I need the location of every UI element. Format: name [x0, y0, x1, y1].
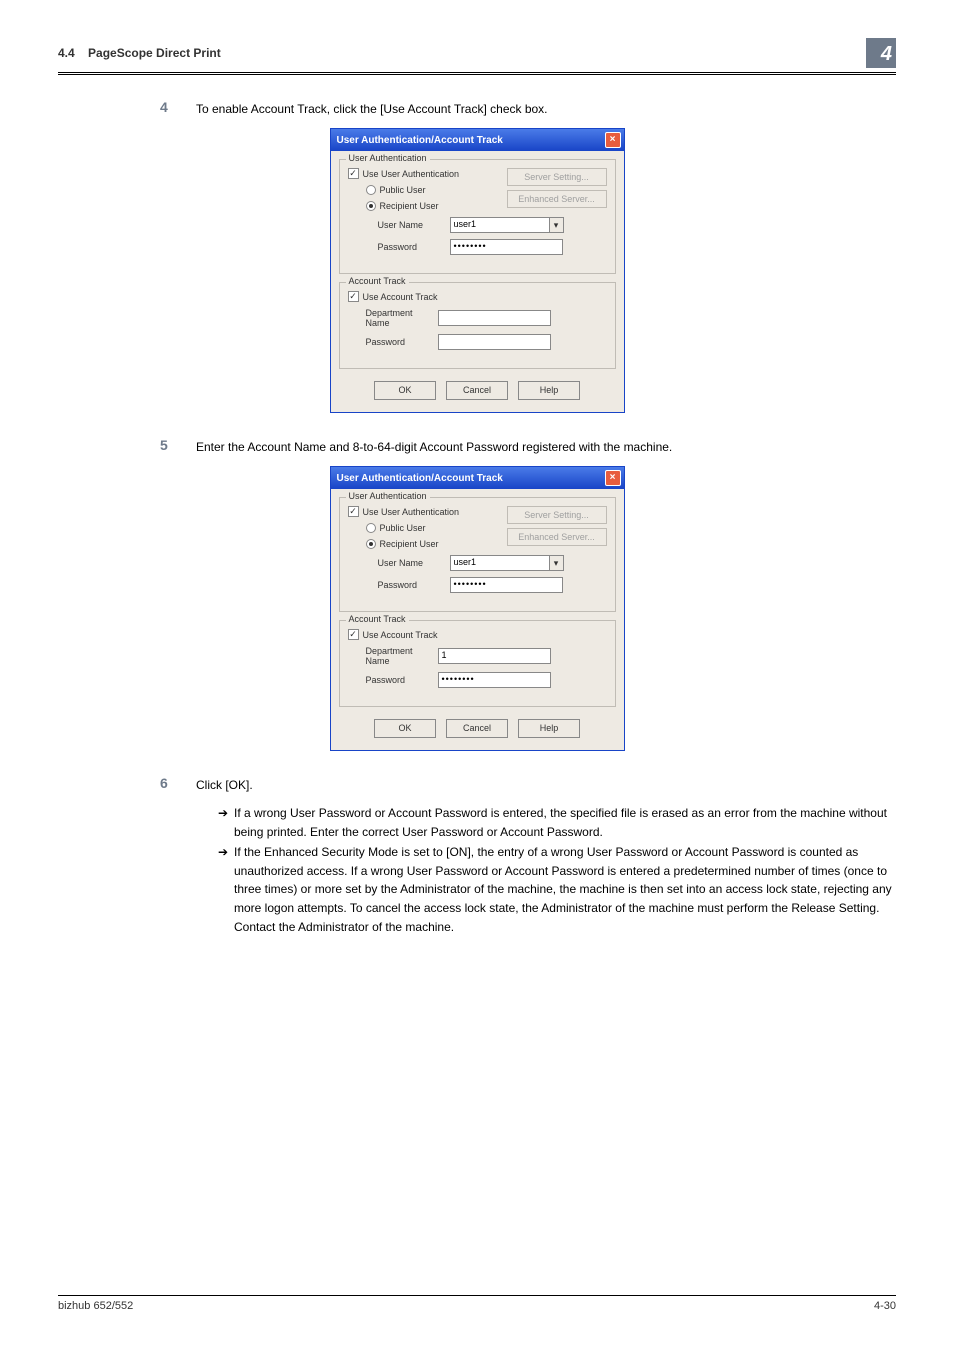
- recipient-user-radio-2[interactable]: [366, 539, 376, 549]
- use-auth-label-2: Use User Authentication: [363, 507, 460, 517]
- account-track-legend: Account Track: [346, 276, 409, 286]
- step-4-text: To enable Account Track, click the [Use …: [196, 99, 896, 118]
- username-label: User Name: [378, 220, 450, 230]
- ok-button-2[interactable]: OK: [374, 719, 436, 738]
- dialog-title-bar-2: User Authentication/Account Track ×: [331, 467, 624, 489]
- dialog-title-bar: User Authentication/Account Track ×: [331, 129, 624, 151]
- enhanced-server-button-2[interactable]: Enhanced Server...: [507, 528, 607, 546]
- use-auth-checkbox[interactable]: [348, 168, 359, 179]
- user-auth-frame: User Authentication Use User Authenticat…: [339, 159, 616, 274]
- track-pwd-input[interactable]: [438, 334, 551, 350]
- use-track-label: Use Account Track: [363, 292, 438, 302]
- cancel-button[interactable]: Cancel: [446, 381, 508, 400]
- ok-button[interactable]: OK: [374, 381, 436, 400]
- step-4-number: 4: [160, 99, 196, 118]
- dept-name-input-2[interactable]: 1: [438, 648, 551, 664]
- step-6-number: 6: [160, 775, 196, 794]
- note-1: If a wrong User Password or Account Pass…: [234, 804, 896, 841]
- use-track-checkbox-2[interactable]: [348, 629, 359, 640]
- header-rule: [58, 72, 896, 73]
- use-auth-label: Use User Authentication: [363, 169, 460, 179]
- auth-dialog-2: User Authentication/Account Track × User…: [330, 466, 625, 751]
- close-icon[interactable]: ×: [605, 470, 621, 486]
- enhanced-server-button[interactable]: Enhanced Server...: [507, 190, 607, 208]
- close-icon[interactable]: ×: [605, 132, 621, 148]
- dialog-title: User Authentication/Account Track: [337, 135, 605, 146]
- help-button[interactable]: Help: [518, 381, 580, 400]
- recipient-user-radio[interactable]: [366, 201, 376, 211]
- account-track-frame-2: Account Track Use Account Track Departme…: [339, 620, 616, 707]
- section-title: PageScope Direct Print: [88, 46, 221, 60]
- user-auth-legend: User Authentication: [346, 153, 430, 163]
- track-pwd-label: Password: [366, 337, 438, 347]
- chapter-badge: 4: [881, 43, 892, 66]
- dept-name-label-2: Department Name: [366, 646, 438, 666]
- user-auth-frame-2: User Authentication Use User Authenticat…: [339, 497, 616, 612]
- username-input[interactable]: user1: [450, 217, 550, 233]
- password-label: Password: [378, 242, 450, 252]
- use-track-checkbox[interactable]: [348, 291, 359, 302]
- server-setting-button-2[interactable]: Server Setting...: [507, 506, 607, 524]
- public-user-label-2: Public User: [380, 523, 426, 533]
- header-rule-2: [58, 74, 896, 75]
- public-user-label: Public User: [380, 185, 426, 195]
- step-6-text: Click [OK].: [196, 775, 896, 794]
- cancel-button-2[interactable]: Cancel: [446, 719, 508, 738]
- dept-name-input[interactable]: [438, 310, 551, 326]
- arrow-icon: ➔: [218, 804, 234, 841]
- dialog-title-2: User Authentication/Account Track: [337, 473, 605, 484]
- recipient-user-label: Recipient User: [380, 201, 439, 211]
- recipient-user-label-2: Recipient User: [380, 539, 439, 549]
- chevron-down-icon[interactable]: ▾: [550, 555, 564, 571]
- account-track-legend-2: Account Track: [346, 614, 409, 624]
- track-pwd-label-2: Password: [366, 675, 438, 685]
- track-pwd-input-2[interactable]: ••••••••: [438, 672, 551, 688]
- username-label-2: User Name: [378, 558, 450, 568]
- use-auth-checkbox-2[interactable]: [348, 506, 359, 517]
- server-setting-button[interactable]: Server Setting...: [507, 168, 607, 186]
- public-user-radio-2[interactable]: [366, 523, 376, 533]
- username-input-2[interactable]: user1: [450, 555, 550, 571]
- user-auth-legend-2: User Authentication: [346, 491, 430, 501]
- arrow-icon: ➔: [218, 843, 234, 936]
- password-input-2[interactable]: ••••••••: [450, 577, 563, 593]
- dept-name-label: Department Name: [366, 308, 438, 328]
- help-button-2[interactable]: Help: [518, 719, 580, 738]
- use-track-label-2: Use Account Track: [363, 630, 438, 640]
- password-label-2: Password: [378, 580, 450, 590]
- section-number: 4.4: [58, 46, 75, 60]
- footer-page: 4-30: [874, 1300, 896, 1312]
- chevron-down-icon[interactable]: ▾: [550, 217, 564, 233]
- note-2: If the Enhanced Security Mode is set to …: [234, 843, 896, 936]
- step-5-number: 5: [160, 437, 196, 456]
- footer-product: bizhub 652/552: [58, 1300, 133, 1312]
- auth-dialog: User Authentication/Account Track × User…: [330, 128, 625, 413]
- password-input[interactable]: ••••••••: [450, 239, 563, 255]
- chapter-badge-icon: 4: [866, 38, 896, 68]
- public-user-radio[interactable]: [366, 185, 376, 195]
- account-track-frame: Account Track Use Account Track Departme…: [339, 282, 616, 369]
- step-5-text: Enter the Account Name and 8-to-64-digit…: [196, 437, 896, 456]
